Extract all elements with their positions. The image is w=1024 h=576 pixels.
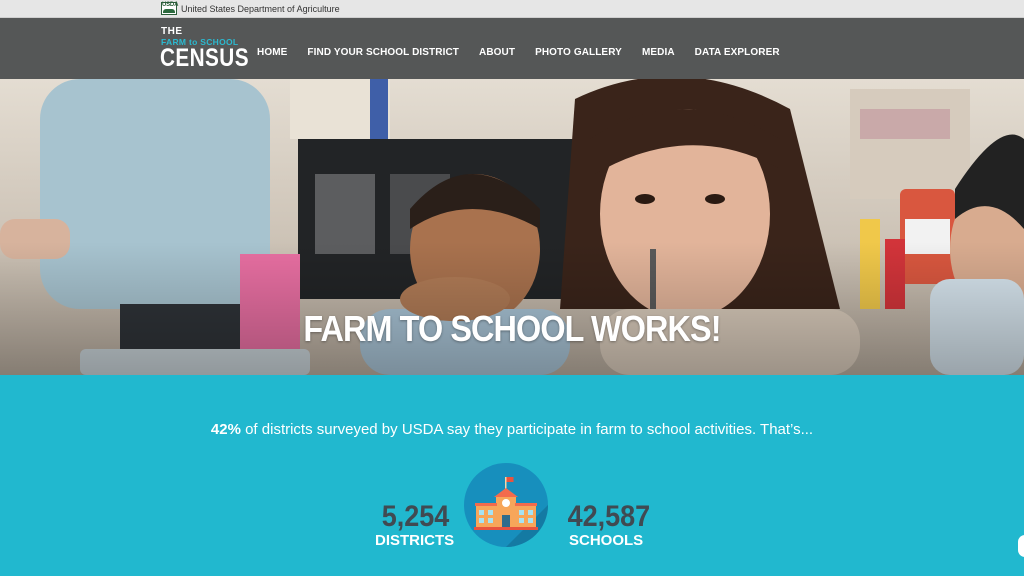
hero-banner: FARM TO SCHOOL WORKS!	[0, 79, 1024, 375]
usda-logo-text: USDA	[162, 2, 179, 8]
scroll-indicator[interactable]	[1018, 535, 1024, 557]
usda-banner: USDA United States Department of Agricul…	[0, 0, 1024, 18]
main-nav: HOME FIND YOUR SCHOOL DISTRICT ABOUT PHO…	[257, 47, 780, 58]
stats-intro: 42% of districts surveyed by USDA say th…	[0, 421, 1024, 438]
nav-photo-gallery[interactable]: PHOTO GALLERY	[535, 47, 622, 58]
districts-count: 5,254	[381, 500, 450, 533]
nav-media[interactable]: MEDIA	[642, 47, 675, 58]
nav-home[interactable]: HOME	[257, 47, 287, 58]
usda-logo[interactable]: USDA	[161, 2, 179, 15]
nav-about[interactable]: ABOUT	[479, 47, 515, 58]
site-logo[interactable]: THE FARM to SCHOOL CENSUS	[160, 26, 249, 72]
stats-intro-text: of districts surveyed by USDA say they p…	[240, 421, 814, 438]
nav-data-explorer[interactable]: DATA EXPLORER	[695, 47, 780, 58]
logo-line-the: THE	[161, 26, 183, 37]
schools-count: 42,587	[567, 500, 651, 533]
schools-label: SCHOOLS	[569, 532, 644, 549]
school-building-icon	[464, 463, 548, 547]
districts-label: DISTRICTS	[375, 532, 455, 549]
stats-percent: 42%	[210, 421, 241, 438]
usda-department-name[interactable]: United States Department of Agriculture	[181, 4, 340, 14]
logo-line-census: CENSUS	[160, 44, 249, 72]
hero-title: FARM TO SCHOOL WORKS!	[303, 308, 721, 349]
usda-logo-wave	[163, 9, 175, 13]
nav-find-school-district[interactable]: FIND YOUR SCHOOL DISTRICT	[307, 47, 459, 58]
site-header: THE FARM to SCHOOL CENSUS HOME FIND YOUR…	[0, 18, 1024, 79]
stats-section: 42% of districts surveyed by USDA say th…	[0, 375, 1024, 576]
